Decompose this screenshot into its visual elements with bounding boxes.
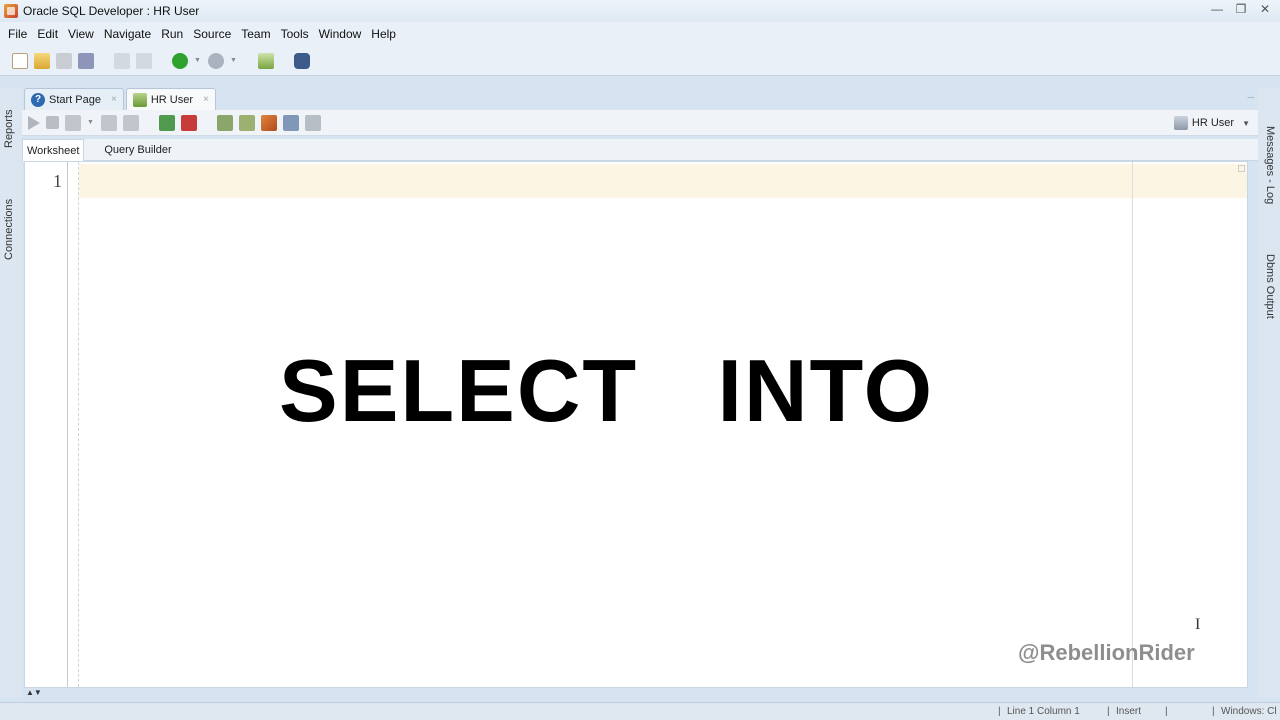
menu-navigate[interactable]: Navigate — [102, 27, 159, 41]
overlay-title: SELECT INTO — [279, 341, 935, 440]
minimize-icon[interactable]: — — [1208, 2, 1226, 18]
window-title: Oracle SQL Developer : HR User — [23, 4, 200, 18]
clear-icon[interactable] — [261, 114, 277, 131]
describe-icon[interactable] — [305, 114, 321, 131]
current-line-highlight — [79, 164, 1247, 198]
autotrace-icon[interactable] — [101, 114, 117, 131]
menu-edit[interactable]: Edit — [35, 27, 66, 41]
chevron-down-icon: ▼ — [1242, 118, 1250, 128]
edit-mode: Insert — [1116, 706, 1142, 717]
tab-worksheet[interactable]: Worksheet — [22, 138, 85, 161]
undo-icon[interactable] — [114, 52, 130, 69]
menu-tools[interactable]: Tools — [279, 27, 317, 41]
menu-team[interactable]: Team — [239, 27, 278, 41]
right-margin-line — [1132, 162, 1133, 687]
run-statement-icon[interactable] — [28, 115, 40, 130]
forward-icon[interactable] — [208, 52, 224, 69]
save-icon[interactable] — [56, 52, 72, 69]
left-side-panel: Reports Connections — [0, 88, 22, 698]
format-icon[interactable] — [239, 114, 255, 131]
status-bar: | Line 1 Column 1 | Insert | | Windows: … — [0, 702, 1280, 720]
forward-dropdown-icon[interactable]: ▼ — [230, 57, 238, 64]
expand-collapse-icon[interactable]: ▲▼ — [26, 688, 42, 697]
commit-icon[interactable] — [159, 114, 175, 131]
new-file-icon[interactable] — [12, 52, 28, 69]
minimize-panel-icon[interactable]: ─ — [1248, 92, 1254, 102]
tab-label: HR User — [150, 93, 193, 106]
sql-tuning-icon[interactable] — [217, 114, 233, 131]
gutter-divider — [67, 162, 68, 687]
tab-hr-user[interactable]: HR User × — [125, 88, 216, 110]
close-icon[interactable]: ✕ — [1256, 2, 1274, 18]
title-bar: Oracle SQL Developer : HR User — ❐ ✕ — [0, 0, 1280, 22]
main-toolbar: ▼ ▼ — [0, 46, 1280, 76]
rollback-icon[interactable] — [181, 114, 197, 131]
history-icon[interactable] — [283, 114, 299, 131]
redo-icon[interactable] — [136, 52, 152, 69]
line-number-gutter: 1 — [25, 162, 79, 687]
watermark: @RebellionRider — [1018, 640, 1195, 665]
window-controls: — ❐ ✕ — [1208, 2, 1274, 18]
connection-selector[interactable]: HR User ▼ — [1173, 113, 1250, 133]
reports-tab[interactable]: Reports — [3, 109, 15, 148]
platform-info: Windows: Cl — [1221, 706, 1277, 717]
menu-window[interactable]: Window — [317, 27, 370, 41]
menu-view[interactable]: View — [66, 27, 102, 41]
explain-dropdown-icon[interactable]: ▼ — [87, 119, 95, 126]
binoculars-icon[interactable] — [294, 52, 310, 69]
scroll-marker — [1238, 165, 1245, 172]
explain-plan-icon[interactable] — [65, 114, 81, 131]
help-icon: ? — [31, 92, 45, 107]
tab-start-page[interactable]: ? Start Page × — [24, 88, 124, 110]
worksheet-subtabs: Worksheet Query Builder — [22, 138, 1258, 161]
menu-file[interactable]: File — [6, 27, 35, 41]
sql-developer-icon — [4, 4, 18, 18]
connection-label: HR User — [1191, 117, 1235, 129]
stop-icon[interactable] — [46, 116, 59, 129]
document-tabs: ? Start Page × HR User × — [22, 86, 1258, 110]
menu-run[interactable]: Run — [159, 27, 191, 41]
text-cursor-icon: I — [1195, 616, 1201, 633]
tab-label: Start Page — [49, 93, 101, 106]
tab-query-builder[interactable]: Query Builder — [100, 139, 175, 161]
close-tab-icon[interactable]: × — [203, 94, 209, 105]
sql-editor[interactable]: 1 SELECT INTO @RebellionRider I — [24, 161, 1248, 688]
close-tab-icon[interactable]: × — [111, 94, 117, 105]
menu-source[interactable]: Source — [191, 27, 239, 41]
connections-tab[interactable]: Connections — [3, 199, 15, 260]
right-side-panel: Messages - Log Dbms Output — [1258, 88, 1280, 698]
back-icon[interactable] — [172, 52, 188, 69]
dbms-output-tab[interactable]: Dbms Output — [1264, 254, 1276, 319]
save-all-icon[interactable] — [78, 52, 94, 69]
cursor-position: Line 1 Column 1 — [1007, 706, 1080, 717]
open-folder-icon[interactable] — [34, 52, 50, 69]
worksheet-toolbar: ▼ HR User ▼ — [22, 110, 1258, 136]
database-connection-icon — [1173, 116, 1188, 130]
sql-worksheet-icon[interactable] — [258, 52, 274, 69]
run-script-icon[interactable] — [123, 114, 139, 131]
restore-icon[interactable]: ❐ — [1232, 2, 1250, 18]
back-dropdown-icon[interactable]: ▼ — [194, 57, 202, 64]
fold-margin — [78, 162, 79, 687]
database-connection-icon — [132, 92, 147, 107]
menu-help[interactable]: Help — [369, 27, 404, 41]
line-number: 1 — [53, 171, 62, 191]
messages-log-tab[interactable]: Messages - Log — [1264, 126, 1276, 204]
menu-bar: File Edit View Navigate Run Source Team … — [0, 22, 1280, 46]
